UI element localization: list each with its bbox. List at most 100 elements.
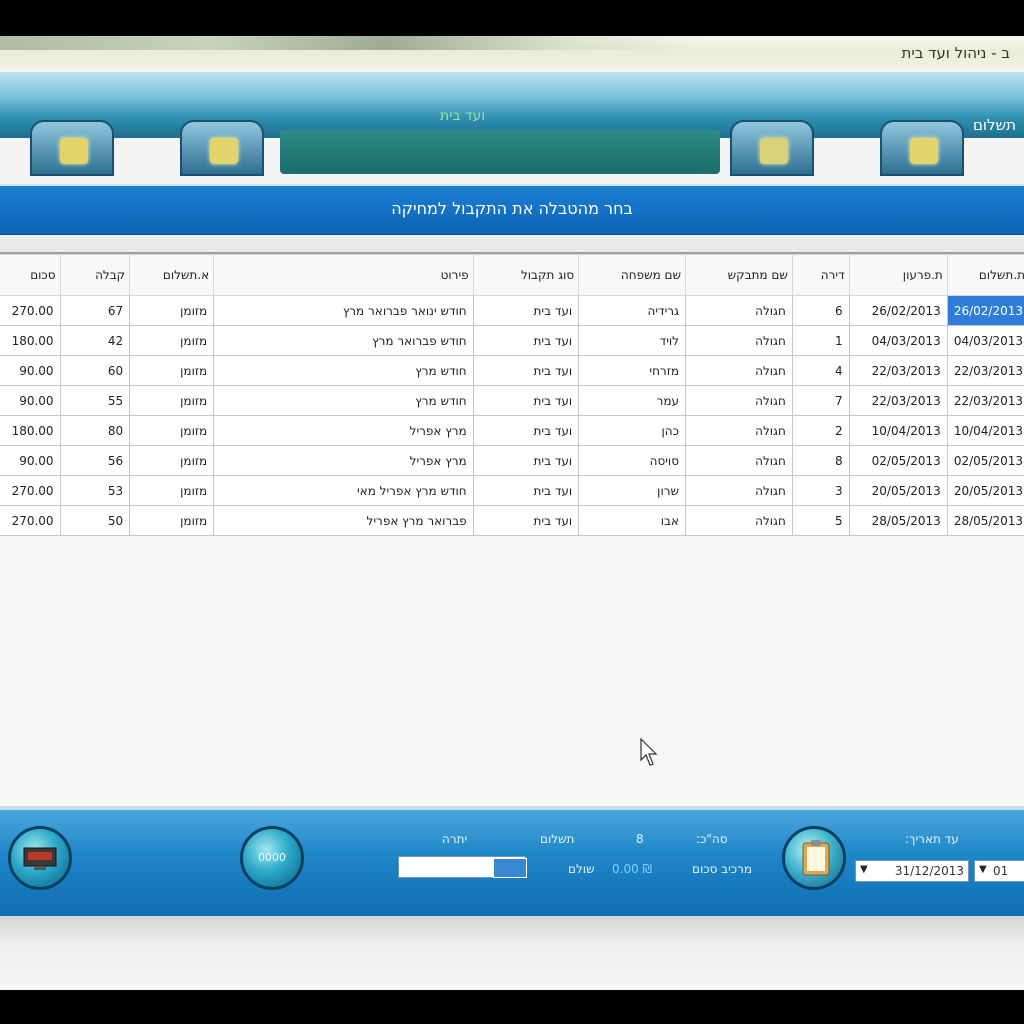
cell-name[interactable]: חגולה (685, 505, 793, 536)
cell-apartment[interactable]: 8 (791, 445, 850, 476)
toolbar-button-1[interactable] (30, 120, 114, 176)
cell-name[interactable]: חגולה (685, 355, 793, 386)
cell-type[interactable]: ועד בית (472, 385, 580, 416)
cell-type[interactable]: ועד בית (472, 505, 580, 536)
cell-receipt[interactable]: 42 (59, 325, 131, 356)
cell-family[interactable]: סויסה (578, 445, 686, 476)
cell-method[interactable]: מזומן (129, 325, 215, 356)
cell-pay-date[interactable]: 26/02/2013 (946, 295, 1024, 326)
cell-description[interactable]: חודש ינואר פברואר מרץ (213, 295, 474, 326)
toolbar-button-3[interactable] (730, 120, 814, 176)
payments-grid[interactable]: ת.תשלום ת.פרעון דירה שם מתבקש שם משפחה ס… (0, 252, 1024, 810)
cell-receipt[interactable]: 53 (59, 475, 131, 506)
cell-amount[interactable]: 270.00 (0, 505, 61, 536)
cell-pay-date[interactable]: 20/05/2013 (946, 475, 1024, 506)
table-row[interactable]: 10/04/2013 10/04/2013 2 חגולה כהן ועד בי… (0, 415, 1024, 446)
column-header-family[interactable]: שם משפחה (578, 254, 686, 296)
delete-record-button[interactable] (8, 826, 72, 890)
cell-description[interactable]: חודש פברואר מרץ (213, 325, 474, 356)
cell-due-date[interactable]: 22/03/2013 (848, 385, 948, 416)
cell-pay-date[interactable]: 22/03/2013 (946, 385, 1024, 416)
table-row[interactable]: 22/03/2013 22/03/2013 7 חגולה עמר ועד בי… (0, 385, 1024, 416)
cell-due-date[interactable]: 04/03/2013 (848, 325, 948, 356)
cell-family[interactable]: אבו (578, 505, 686, 536)
cell-name[interactable]: חגולה (685, 295, 793, 326)
cell-amount[interactable]: 180.00 (0, 325, 61, 356)
cell-amount[interactable]: 270.00 (0, 475, 61, 506)
cell-amount[interactable]: 270.00 (0, 295, 61, 326)
cell-receipt[interactable]: 60 (59, 355, 131, 386)
cell-description[interactable]: פברואר מרץ אפריל (213, 505, 474, 536)
cell-pay-date[interactable]: 02/05/2013 (946, 445, 1024, 476)
column-header-type[interactable]: סוג תקבול (472, 254, 580, 296)
cell-receipt[interactable]: 50 (59, 505, 131, 536)
from-date-picker[interactable]: ▼ 01 (974, 860, 1024, 882)
cell-due-date[interactable]: 20/05/2013 (848, 475, 948, 506)
cell-description[interactable]: מרץ אפריל (213, 415, 474, 446)
cell-family[interactable]: גרידיה (578, 295, 686, 326)
column-header-method[interactable]: א.תשלום (129, 254, 215, 296)
column-header-name[interactable]: שם מתבקש (685, 254, 793, 296)
table-row[interactable]: 02/05/2013 02/05/2013 8 חגולה סויסה ועד … (0, 445, 1024, 476)
cell-name[interactable]: חגולה (685, 385, 793, 416)
counter-button[interactable]: 0000 (240, 826, 304, 890)
cell-method[interactable]: מזומן (129, 415, 215, 446)
print-report-button[interactable] (782, 826, 846, 890)
cell-due-date[interactable]: 22/03/2013 (848, 355, 948, 386)
cell-method[interactable]: מזומן (129, 475, 215, 506)
cell-description[interactable]: חודש מרץ (213, 385, 474, 416)
toolbar-right-label[interactable]: תשלום (973, 116, 1016, 134)
cell-method[interactable]: מזומן (129, 505, 215, 536)
cell-description[interactable]: מרץ אפריל (213, 445, 474, 476)
table-row[interactable]: 04/03/2013 04/03/2013 1 חגולה לויד ועד ב… (0, 325, 1024, 356)
column-header-due-date[interactable]: ת.פרעון (848, 254, 948, 296)
cell-family[interactable]: עמר (578, 385, 686, 416)
cell-family[interactable]: שרון (578, 475, 686, 506)
search-chip[interactable] (493, 858, 527, 878)
cell-type[interactable]: ועד בית (472, 325, 580, 356)
cell-family[interactable]: כהן (578, 415, 686, 446)
cell-amount[interactable]: 90.00 (0, 385, 61, 416)
cell-receipt[interactable]: 55 (59, 385, 131, 416)
cell-method[interactable]: מזומן (129, 295, 215, 326)
toolbar-button-4[interactable] (880, 120, 964, 176)
toolbar-button-2[interactable] (180, 120, 264, 176)
cell-pay-date[interactable]: 10/04/2013 (946, 415, 1024, 446)
cell-name[interactable]: חגולה (685, 445, 793, 476)
cell-due-date[interactable]: 10/04/2013 (848, 415, 948, 446)
cell-name[interactable]: חגולה (685, 475, 793, 506)
cell-name[interactable]: חגולה (685, 325, 793, 356)
column-header-receipt[interactable]: קבלה (59, 254, 131, 296)
column-header-pay-date[interactable]: ת.תשלום (946, 254, 1024, 296)
cell-amount[interactable]: 180.00 (0, 415, 61, 446)
cell-type[interactable]: ועד בית (472, 355, 580, 386)
cell-method[interactable]: מזומן (129, 385, 215, 416)
cell-name[interactable]: חגולה (685, 415, 793, 446)
column-header-amount[interactable]: סכום (0, 254, 61, 296)
table-row[interactable]: 28/05/2013 28/05/2013 5 חגולה אבו ועד בי… (0, 505, 1024, 536)
cell-apartment[interactable]: 3 (791, 475, 850, 506)
cell-description[interactable]: חודש מרץ אפריל מאי (213, 475, 474, 506)
cell-method[interactable]: מזומן (129, 445, 215, 476)
cell-family[interactable]: מזרחי (578, 355, 686, 386)
cell-apartment[interactable]: 6 (791, 295, 850, 326)
cell-pay-date[interactable]: 04/03/2013 (946, 325, 1024, 356)
cell-apartment[interactable]: 4 (791, 355, 850, 386)
cell-method[interactable]: מזומן (129, 355, 215, 386)
cell-apartment[interactable]: 2 (791, 415, 850, 446)
cell-type[interactable]: ועד בית (472, 475, 580, 506)
table-row[interactable]: 20/05/2013 20/05/2013 3 חגולה שרון ועד ב… (0, 475, 1024, 506)
cell-due-date[interactable]: 26/02/2013 (848, 295, 948, 326)
column-header-apartment[interactable]: דירה (791, 254, 850, 296)
cell-amount[interactable]: 90.00 (0, 355, 61, 386)
cell-amount[interactable]: 90.00 (0, 445, 61, 476)
cell-receipt[interactable]: 56 (59, 445, 131, 476)
cell-apartment[interactable]: 1 (791, 325, 850, 356)
cell-apartment[interactable]: 5 (791, 505, 850, 536)
cell-pay-date[interactable]: 28/05/2013 (946, 505, 1024, 536)
amount-input[interactable] (398, 856, 527, 878)
table-row[interactable]: 26/02/2013 26/02/2013 6 חגולה גרידיה ועד… (0, 295, 1024, 326)
cell-type[interactable]: ועד בית (472, 415, 580, 446)
to-date-picker[interactable]: ▼ 31/12/2013 (855, 860, 969, 882)
cell-description[interactable]: חודש מרץ (213, 355, 474, 386)
